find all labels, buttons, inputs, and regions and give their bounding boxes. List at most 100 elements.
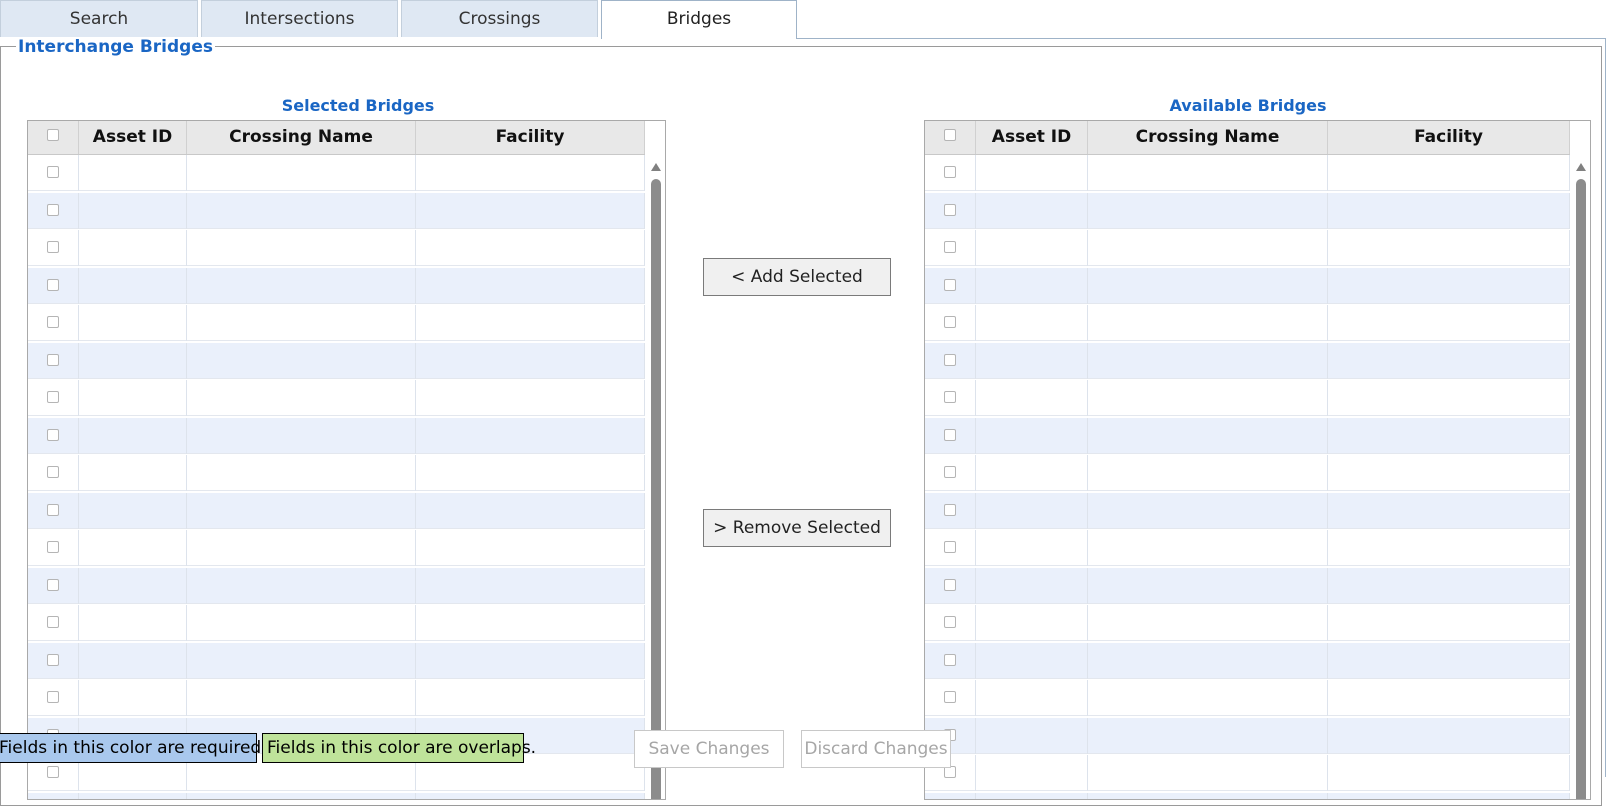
- table-row[interactable]: [925, 567, 1570, 604]
- table-cell: [1088, 530, 1328, 566]
- table-cell: [416, 792, 645, 799]
- table-row[interactable]: [925, 530, 1570, 566]
- column-header-crossing-name[interactable]: Crossing Name: [1088, 121, 1328, 154]
- tab-search[interactable]: Search: [0, 0, 198, 37]
- remove-selected-button[interactable]: > Remove Selected: [703, 509, 891, 547]
- vertical-scrollbar[interactable]: [645, 155, 665, 799]
- row-checkbox[interactable]: [47, 541, 59, 553]
- tab-bridges[interactable]: Bridges: [601, 0, 797, 39]
- row-checkbox[interactable]: [47, 353, 59, 366]
- table-row[interactable]: [28, 680, 645, 716]
- table-cell: [187, 230, 416, 266]
- row-checkbox[interactable]: [47, 166, 59, 178]
- column-header-facility[interactable]: Facility: [416, 121, 645, 154]
- discard-changes-button[interactable]: Discard Changes: [801, 730, 951, 768]
- column-header-crossing-name[interactable]: Crossing Name: [187, 121, 416, 154]
- row-checkbox[interactable]: [944, 691, 956, 703]
- scrollbar-thumb[interactable]: [1576, 179, 1586, 799]
- scroll-up-arrow-icon[interactable]: [651, 163, 661, 171]
- row-checkbox[interactable]: [47, 578, 59, 591]
- row-checkbox[interactable]: [47, 653, 59, 666]
- row-checkbox[interactable]: [944, 241, 956, 253]
- row-checkbox[interactable]: [47, 616, 59, 628]
- table-row[interactable]: [925, 230, 1570, 266]
- table-row[interactable]: [28, 417, 645, 454]
- table-row[interactable]: [28, 305, 645, 341]
- table-row[interactable]: [925, 605, 1570, 641]
- table-row[interactable]: [28, 380, 645, 416]
- table-row[interactable]: [925, 455, 1570, 491]
- save-changes-button[interactable]: Save Changes: [634, 730, 784, 768]
- column-header-asset-id[interactable]: Asset ID: [976, 121, 1088, 154]
- tab-crossings[interactable]: Crossings: [401, 0, 598, 37]
- row-checkbox[interactable]: [944, 203, 956, 216]
- table-row[interactable]: [28, 230, 645, 266]
- table-row[interactable]: [28, 155, 645, 191]
- column-header-facility[interactable]: Facility: [1328, 121, 1570, 154]
- table-row[interactable]: [925, 792, 1570, 799]
- row-checkbox[interactable]: [944, 391, 956, 403]
- vertical-scrollbar[interactable]: [1570, 155, 1590, 799]
- row-checkbox[interactable]: [944, 428, 956, 441]
- table-row[interactable]: [28, 342, 645, 379]
- table-row[interactable]: [28, 530, 645, 566]
- row-checkbox[interactable]: [47, 241, 59, 253]
- select-all-checkbox[interactable]: [944, 129, 956, 141]
- row-checkbox[interactable]: [944, 353, 956, 366]
- row-checkbox[interactable]: [944, 466, 956, 478]
- table-row[interactable]: [925, 717, 1570, 754]
- table-row[interactable]: [925, 642, 1570, 679]
- row-checkbox[interactable]: [47, 391, 59, 403]
- table-row[interactable]: [925, 155, 1570, 191]
- row-select-cell: [925, 605, 976, 641]
- row-checkbox[interactable]: [944, 541, 956, 553]
- row-checkbox[interactable]: [47, 466, 59, 478]
- scroll-up-arrow-icon[interactable]: [1576, 163, 1586, 171]
- table-cell: [416, 305, 645, 341]
- table-row[interactable]: [925, 305, 1570, 341]
- row-checkbox[interactable]: [944, 278, 956, 291]
- tab-intersections[interactable]: Intersections: [201, 0, 398, 37]
- table-row[interactable]: [28, 267, 645, 304]
- column-header-asset-id[interactable]: Asset ID: [79, 121, 187, 154]
- table-row[interactable]: [925, 417, 1570, 454]
- table-row[interactable]: [925, 680, 1570, 716]
- row-checkbox[interactable]: [944, 166, 956, 178]
- table-row[interactable]: [925, 755, 1570, 791]
- row-checkbox[interactable]: [944, 578, 956, 591]
- scrollbar-thumb[interactable]: [651, 179, 661, 799]
- row-checkbox[interactable]: [47, 316, 59, 328]
- table-row[interactable]: [28, 455, 645, 491]
- row-checkbox[interactable]: [47, 766, 59, 778]
- table-row[interactable]: [28, 192, 645, 229]
- row-select-cell: [28, 417, 79, 454]
- row-checkbox[interactable]: [944, 653, 956, 666]
- row-checkbox[interactable]: [47, 691, 59, 703]
- table-row[interactable]: [925, 192, 1570, 229]
- table-cell: [1328, 567, 1570, 604]
- row-checkbox[interactable]: [47, 428, 59, 441]
- table-cell: [79, 192, 187, 229]
- table-row[interactable]: [28, 492, 645, 529]
- select-all-cell: [925, 121, 976, 154]
- row-checkbox[interactable]: [944, 316, 956, 328]
- table-row[interactable]: [925, 267, 1570, 304]
- row-checkbox[interactable]: [47, 203, 59, 216]
- table-cell: [187, 342, 416, 379]
- table-cell: [416, 155, 645, 191]
- table-cell: [416, 455, 645, 491]
- table-cell: [79, 492, 187, 529]
- table-row[interactable]: [925, 380, 1570, 416]
- add-selected-button[interactable]: < Add Selected: [703, 258, 891, 296]
- table-row[interactable]: [28, 642, 645, 679]
- row-checkbox[interactable]: [944, 616, 956, 628]
- select-all-checkbox[interactable]: [47, 129, 59, 141]
- row-checkbox[interactable]: [944, 503, 956, 516]
- table-row[interactable]: [28, 605, 645, 641]
- row-checkbox[interactable]: [47, 503, 59, 516]
- table-row[interactable]: [925, 342, 1570, 379]
- table-row[interactable]: [28, 567, 645, 604]
- table-row[interactable]: [925, 492, 1570, 529]
- table-row[interactable]: [28, 792, 645, 799]
- row-checkbox[interactable]: [47, 278, 59, 291]
